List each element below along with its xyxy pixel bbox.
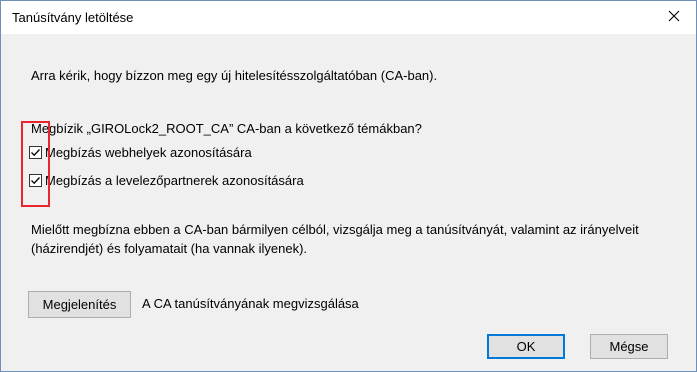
trust-websites-option[interactable]: Megbízás webhelyek azonosítására [29, 145, 252, 160]
trust-email-checkbox[interactable] [29, 174, 42, 187]
trust-email-label: Megbízás a levelezőpartnerek azonosításá… [45, 173, 304, 188]
close-icon [668, 10, 680, 25]
dialog-content: Arra kérik, hogy bízzon meg egy új hitel… [1, 34, 696, 371]
ok-button[interactable]: OK [487, 334, 565, 359]
title-bar: Tanúsítvány letöltése [1, 1, 696, 34]
trust-websites-checkbox[interactable] [29, 146, 42, 159]
close-button[interactable] [652, 1, 696, 34]
checkmark-icon [31, 149, 40, 157]
trust-question: Megbízik „GIROLock2_ROOT_CA” CA-ban a kö… [31, 121, 422, 136]
dialog-title: Tanúsítvány letöltése [12, 10, 134, 25]
view-certificate-description: A CA tanúsítványának megvizsgálása [142, 296, 359, 311]
intro-text: Arra kérik, hogy bízzon meg egy új hitel… [31, 68, 438, 83]
view-certificate-button[interactable]: Megjelenítés [28, 291, 131, 318]
cancel-button[interactable]: Mégse [590, 334, 668, 359]
advice-text: Mielőtt megbízna ebben a CA-ban bármilye… [31, 222, 639, 256]
certificate-download-dialog: Tanúsítvány letöltése Arra kérik, hogy b… [0, 0, 697, 372]
trust-websites-label: Megbízás webhelyek azonosítására [45, 145, 252, 160]
trust-email-option[interactable]: Megbízás a levelezőpartnerek azonosításá… [29, 173, 304, 188]
checkmark-icon [31, 177, 40, 185]
